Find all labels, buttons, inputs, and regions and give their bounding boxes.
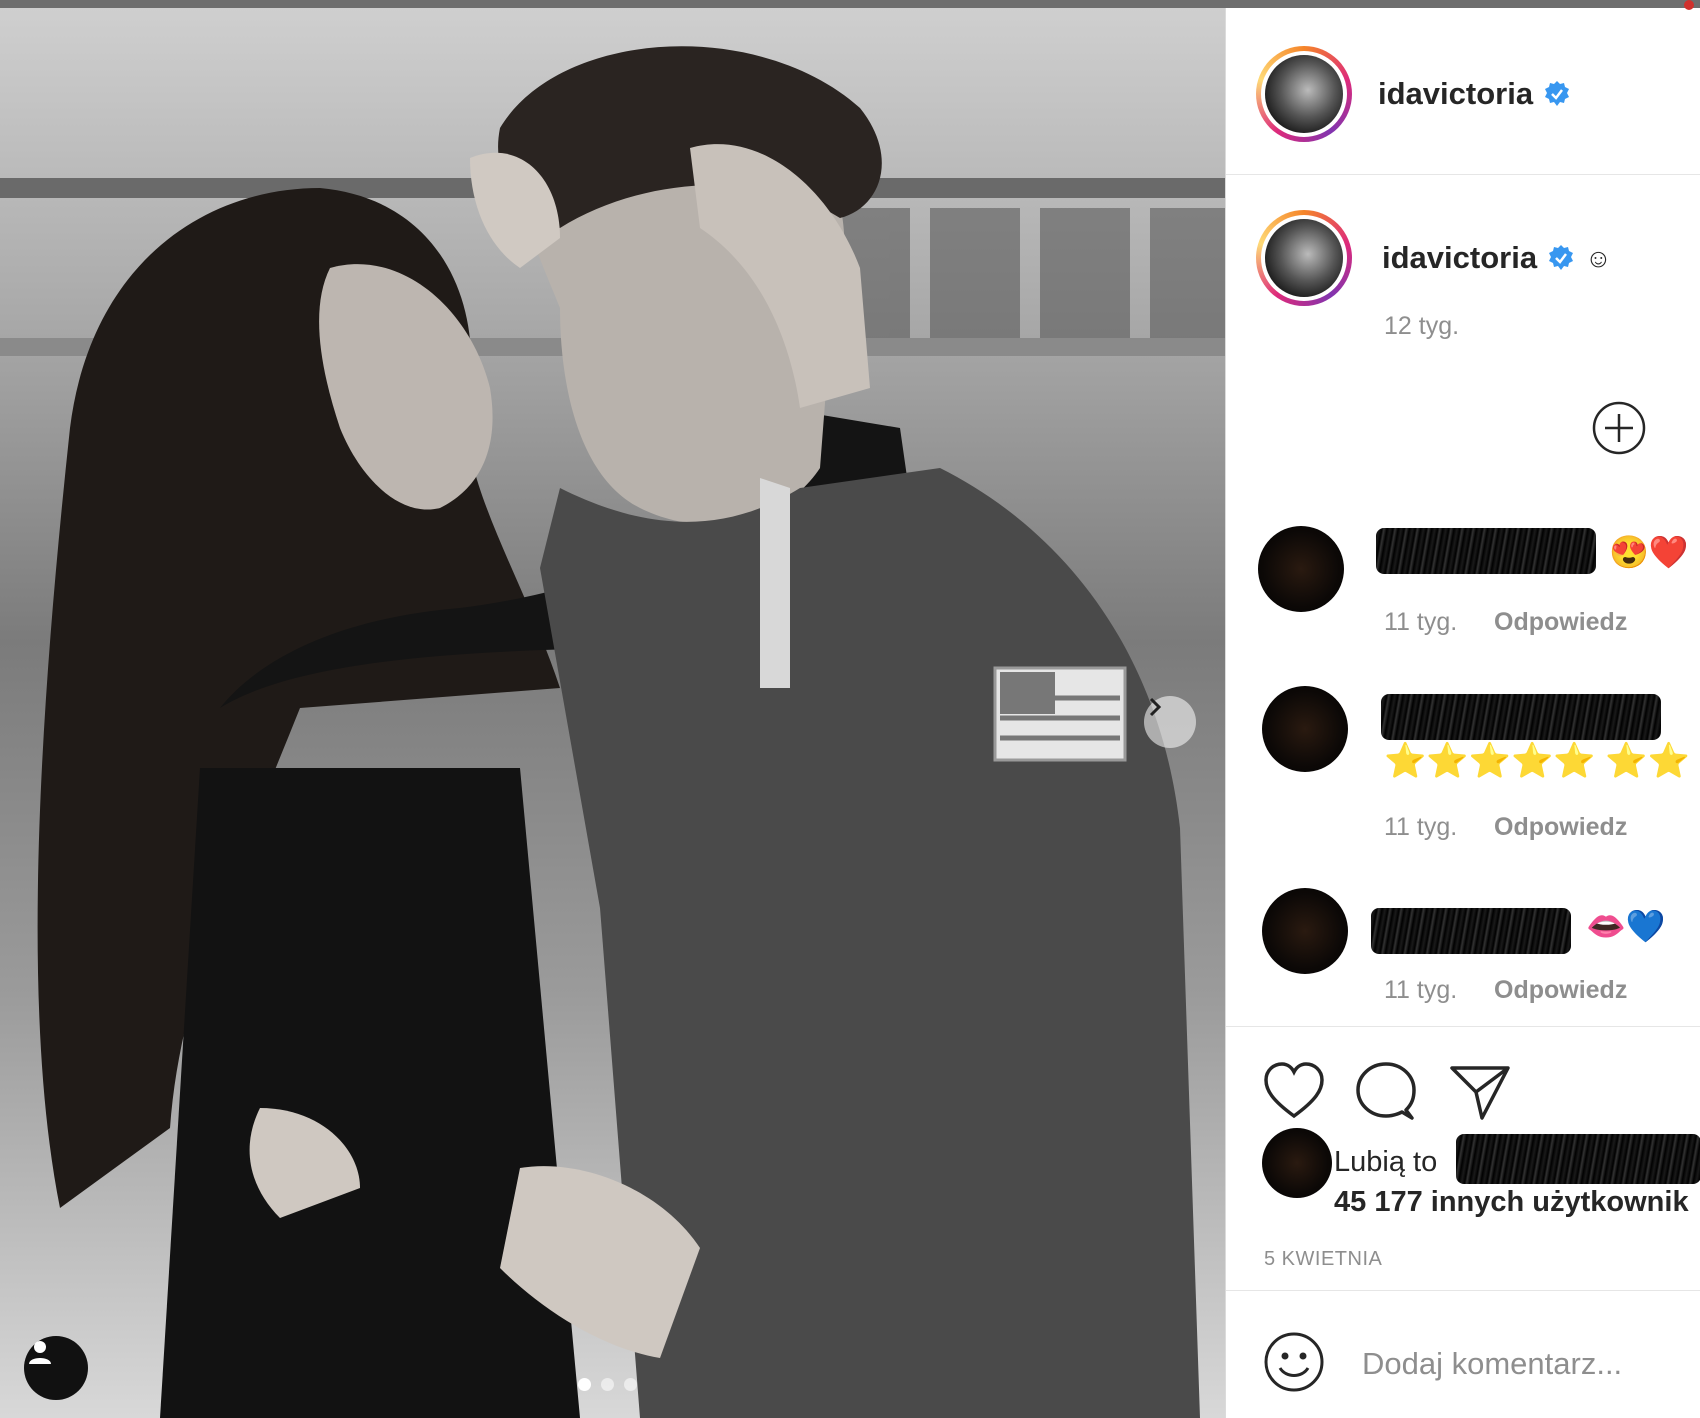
comment-box-divider	[1226, 1290, 1700, 1291]
comment-icon[interactable]	[1354, 1060, 1418, 1124]
comment-text: 👄💙	[1586, 908, 1666, 944]
window-top-bar	[0, 0, 1700, 8]
reply-button[interactable]: Odpowiedz	[1494, 976, 1627, 1005]
plus-circle-icon[interactable]	[1591, 400, 1647, 456]
comment-avatar[interactable]	[1262, 686, 1348, 772]
actions-divider	[1226, 1026, 1700, 1027]
comment-time[interactable]: 11 tyg.	[1384, 813, 1457, 842]
chevron-right-icon	[1149, 697, 1162, 717]
comment-time[interactable]: 11 tyg.	[1384, 976, 1457, 1005]
comment-avatar[interactable]	[1262, 888, 1348, 974]
header-username[interactable]: idavictoria	[1378, 76, 1571, 112]
photo-illustration	[0, 46, 1225, 1418]
header-avatar[interactable]	[1256, 46, 1352, 142]
caption-time[interactable]: 12 tyg.	[1384, 312, 1459, 341]
tagged-users-button[interactable]	[24, 1336, 88, 1400]
comment-time[interactable]: 11 tyg.	[1384, 608, 1457, 637]
likes-count[interactable]: 45 177 innych użytkownik	[1334, 1186, 1689, 1219]
add-comment-input[interactable]: Dodaj komentarz...	[1362, 1346, 1622, 1382]
comment-text: 😍❤️	[1609, 534, 1689, 570]
carousel-dot-3	[624, 1378, 637, 1391]
smile-icon[interactable]	[1262, 1330, 1326, 1394]
post-photo[interactable]	[0, 8, 1225, 1418]
carousel-indicator	[578, 1378, 637, 1391]
caption-text: ☺	[1585, 242, 1612, 273]
share-icon[interactable]	[1448, 1060, 1512, 1124]
corner-marker	[1684, 0, 1694, 10]
reply-button[interactable]: Odpowiedz	[1494, 608, 1627, 637]
liker-avatar[interactable]	[1262, 1128, 1332, 1198]
next-photo-button[interactable]	[1144, 696, 1196, 748]
redacted-username[interactable]	[1371, 908, 1571, 954]
header-divider	[1226, 174, 1700, 175]
caption-avatar[interactable]	[1256, 210, 1352, 306]
redacted-username[interactable]	[1381, 694, 1661, 740]
post-side-panel: idavictoria idavictoria ☺ 12 tyg. 😍❤️ 11…	[1225, 8, 1700, 1418]
carousel-dot-1	[578, 1378, 591, 1391]
redacted-username[interactable]	[1376, 528, 1596, 574]
carousel-dot-2	[601, 1378, 614, 1391]
comment-text: ⭐⭐⭐⭐⭐ ⭐⭐	[1384, 742, 1690, 780]
reply-button[interactable]: Odpowiedz	[1494, 813, 1627, 842]
heart-icon[interactable]	[1262, 1060, 1326, 1124]
post-date[interactable]: 5 KWIETNIA	[1264, 1248, 1382, 1271]
user-tag-icon	[29, 1341, 51, 1364]
redacted-username[interactable]	[1456, 1134, 1700, 1184]
comment-avatar[interactable]	[1258, 526, 1344, 612]
verified-icon	[1545, 81, 1570, 106]
likes-prefix: Lubią to	[1334, 1146, 1438, 1178]
caption-username[interactable]: idavictoria ☺	[1382, 240, 1612, 276]
verified-icon	[1549, 245, 1574, 270]
